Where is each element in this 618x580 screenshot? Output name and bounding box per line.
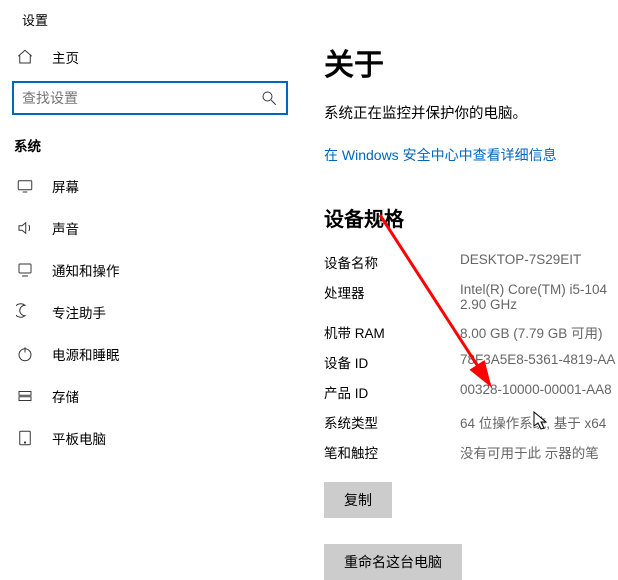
sidebar-item-storage[interactable]: 存储 <box>12 375 288 417</box>
sidebar-item-focus[interactable]: 专注助手 <box>12 291 288 333</box>
sidebar: 设置 主页 系统 屏幕 声音 通知和操作 专注助手 <box>0 0 300 529</box>
spec-label: 设备 ID <box>324 352 460 372</box>
sidebar-item-label: 平板电脑 <box>52 428 106 448</box>
app-title: 设置 <box>22 10 288 29</box>
tablet-icon <box>16 429 34 447</box>
spec-label: 产品 ID <box>324 382 460 402</box>
search-box[interactable] <box>12 81 288 115</box>
spec-row-device-name: 设备名称 DESKTOP-7S29EIT <box>324 252 618 272</box>
rename-pc-button[interactable]: 重命名这台电脑 <box>324 544 462 580</box>
spec-label: 系统类型 <box>324 412 460 432</box>
copy-button[interactable]: 复制 <box>324 482 392 518</box>
spec-value: DESKTOP-7S29EIT <box>460 252 618 272</box>
sidebar-item-label: 存储 <box>52 386 79 406</box>
storage-icon <box>16 387 34 405</box>
spec-label: 机带 RAM <box>324 322 460 342</box>
sidebar-item-notifications[interactable]: 通知和操作 <box>12 249 288 291</box>
search-icon <box>260 89 278 107</box>
security-center-link[interactable]: 在 Windows 安全中心中查看详细信息 <box>324 145 557 165</box>
spec-label: 处理器 <box>324 282 460 312</box>
sidebar-item-label: 专注助手 <box>52 302 106 322</box>
sidebar-item-display[interactable]: 屏幕 <box>12 165 288 207</box>
sidebar-home[interactable]: 主页 <box>12 47 288 67</box>
sound-icon <box>16 219 34 237</box>
sidebar-section-label: 系统 <box>12 135 288 155</box>
spec-value: 78F3A5E8-5361-4819-AA <box>460 352 618 372</box>
spec-row-system-type: 系统类型 64 位操作系统, 基于 x64 <box>324 412 618 432</box>
spec-row-product-id: 产品 ID 00328-10000-00001-AA8 <box>324 382 618 402</box>
spec-label: 笔和触控 <box>324 442 460 462</box>
display-icon <box>16 177 34 195</box>
home-icon <box>16 48 34 66</box>
spec-value: 8.00 GB (7.79 GB 可用) <box>460 322 618 342</box>
spec-value: 没有可用于此 示器的笔 <box>460 442 618 462</box>
page-title: 关于 <box>324 40 618 84</box>
notification-icon <box>16 261 34 279</box>
spec-row-ram: 机带 RAM 8.00 GB (7.79 GB 可用) <box>324 322 618 342</box>
sidebar-item-power[interactable]: 电源和睡眠 <box>12 333 288 375</box>
power-icon <box>16 345 34 363</box>
search-input[interactable] <box>22 90 260 106</box>
focus-icon <box>16 303 34 321</box>
sidebar-item-tablet[interactable]: 平板电脑 <box>12 417 288 459</box>
spec-label: 设备名称 <box>324 252 460 272</box>
spec-value: 00328-10000-00001-AA8 <box>460 382 618 402</box>
main-content: 关于 系统正在监控并保护你的电脑。 在 Windows 安全中心中查看详细信息 … <box>300 0 618 529</box>
protection-status-text: 系统正在监控并保护你的电脑。 <box>324 102 618 123</box>
sidebar-item-label: 电源和睡眠 <box>52 344 120 364</box>
spec-row-processor: 处理器 Intel(R) Core(TM) i5-104 2.90 GHz <box>324 282 618 312</box>
spec-row-pen-touch: 笔和触控 没有可用于此 示器的笔 <box>324 442 618 462</box>
spec-value: Intel(R) Core(TM) i5-104 2.90 GHz <box>460 282 618 312</box>
sidebar-item-sound[interactable]: 声音 <box>12 207 288 249</box>
sidebar-item-label: 声音 <box>52 218 79 238</box>
device-specs-heading: 设备规格 <box>324 203 618 232</box>
sidebar-item-label: 通知和操作 <box>52 260 120 280</box>
spec-row-device-id: 设备 ID 78F3A5E8-5361-4819-AA <box>324 352 618 372</box>
sidebar-home-label: 主页 <box>52 47 79 67</box>
sidebar-item-label: 屏幕 <box>52 176 79 196</box>
spec-value: 64 位操作系统, 基于 x64 <box>460 412 618 432</box>
